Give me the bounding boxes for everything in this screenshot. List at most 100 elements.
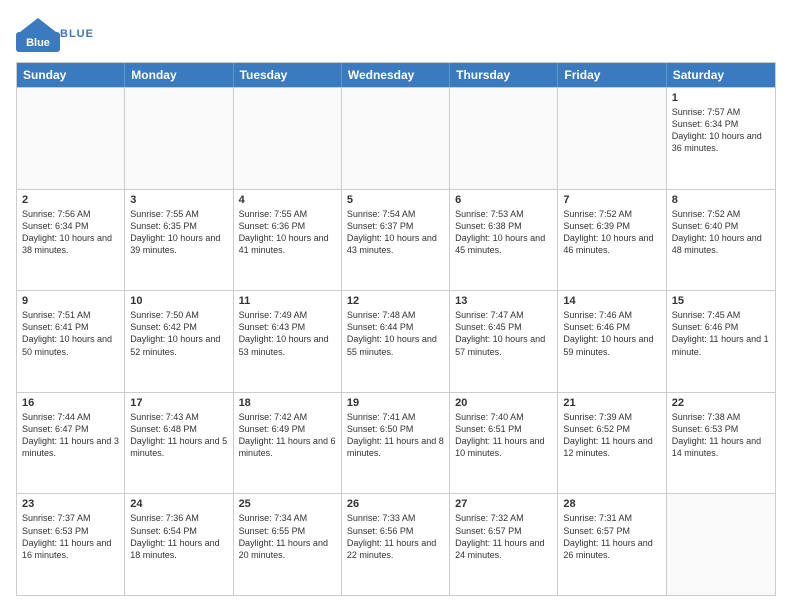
day-cell-24: 24 Sunrise: 7:36 AM Sunset: 6:54 PM Dayli… [125, 494, 233, 595]
calendar: SundayMondayTuesdayWednesdayThursdayFrid… [16, 62, 776, 596]
day-cell-17: 17Sunrise: 7:43 AM Sunset: 6:48 PM Dayli… [125, 393, 233, 494]
day-cell-21: 21Sunrise: 7:39 AM Sunset: 6:52 PM Dayli… [558, 393, 666, 494]
day-cell-14: 14Sunrise: 7:46 AM Sunset: 6:46 PM Dayli… [558, 291, 666, 392]
day-info: Sunrise: 7:52 AM Sunset: 6:39 PM Dayligh… [563, 208, 660, 257]
week-row-3: 16 Sunrise: 7:44 AM Sunset: 6:47 PM Dayli… [17, 392, 775, 494]
day-info: Sunrise: 7:48 AM Sunset: 6:44 PM Dayligh… [347, 309, 444, 358]
day-number: 1 [672, 92, 770, 104]
day-cell-8: 8 Sunrise: 7:52 AM Sunset: 6:40 PM Daylig… [667, 190, 775, 291]
day-number: 4 [239, 194, 336, 206]
day-number: 25 [239, 498, 336, 510]
day-number: 22 [672, 397, 770, 409]
day-number: 7 [563, 194, 660, 206]
week-row-4: 23 Sunrise: 7:37 AM Sunset: 6:53 PM Dayli… [17, 493, 775, 595]
day-cell-11: 11 Sunrise: 7:49 AM Sunset: 6:43 PM Dayli… [234, 291, 342, 392]
day-cell-2: 2 Sunrise: 7:56 AM Sunset: 6:34 PM Daylig… [17, 190, 125, 291]
calendar-body: 1 Sunrise: 7:57 AM Sunset: 6:34 PM Daylig… [17, 87, 775, 595]
day-cell-27: 27 Sunrise: 7:32 AM Sunset: 6:57 PM Dayli… [450, 494, 558, 595]
logo: Blue BLUE [16, 16, 94, 52]
day-info: Sunrise: 7:33 AM Sunset: 6:56 PM Dayligh… [347, 512, 444, 561]
day-info: Sunrise: 7:47 AM Sunset: 6:45 PM Dayligh… [455, 309, 552, 358]
logo-tagline: BLUE [60, 28, 94, 40]
day-info: Sunrise: 7:32 AM Sunset: 6:57 PM Dayligh… [455, 512, 552, 561]
day-cell-20: 20Sunrise: 7:40 AM Sunset: 6:51 PM Dayli… [450, 393, 558, 494]
day-number: 11 [239, 295, 336, 307]
day-cell-3: 3Sunrise: 7:55 AM Sunset: 6:35 PM Daylig… [125, 190, 233, 291]
day-number: 18 [239, 397, 336, 409]
day-info: Sunrise: 7:43 AM Sunset: 6:48 PM Dayligh… [130, 411, 227, 460]
day-cell-28: 28 Sunrise: 7:31 AM Sunset: 6:57 PM Dayli… [558, 494, 666, 595]
page: Blue BLUE SundayMondayTuesdayWednesdayTh… [0, 0, 792, 612]
day-cell-25: 25 Sunrise: 7:34 AM Sunset: 6:55 PM Dayli… [234, 494, 342, 595]
day-number: 2 [22, 194, 119, 206]
day-number: 19 [347, 397, 444, 409]
day-info: Sunrise: 7:42 AM Sunset: 6:49 PM Dayligh… [239, 411, 336, 460]
day-cell-4: 4 Sunrise: 7:55 AM Sunset: 6:36 PM Daylig… [234, 190, 342, 291]
day-number: 23 [22, 498, 119, 510]
day-number: 16 [22, 397, 119, 409]
day-info: Sunrise: 7:56 AM Sunset: 6:34 PM Dayligh… [22, 208, 119, 257]
header-day-tuesday: Tuesday [234, 63, 342, 87]
day-info: Sunrise: 7:45 AM Sunset: 6:46 PM Dayligh… [672, 309, 770, 358]
day-cell-empty [667, 494, 775, 595]
day-cell-19: 19 Sunrise: 7:41 AM Sunset: 6:50 PM Dayli… [342, 393, 450, 494]
day-info: Sunrise: 7:40 AM Sunset: 6:51 PM Dayligh… [455, 411, 552, 460]
header-day-thursday: Thursday [450, 63, 558, 87]
day-cell-empty [450, 88, 558, 189]
week-row-1: 2 Sunrise: 7:56 AM Sunset: 6:34 PM Daylig… [17, 189, 775, 291]
day-number: 14 [563, 295, 660, 307]
day-number: 13 [455, 295, 552, 307]
day-info: Sunrise: 7:52 AM Sunset: 6:40 PM Dayligh… [672, 208, 770, 257]
day-number: 26 [347, 498, 444, 510]
day-info: Sunrise: 7:44 AM Sunset: 6:47 PM Dayligh… [22, 411, 119, 460]
day-cell-empty [17, 88, 125, 189]
day-cell-1: 1 Sunrise: 7:57 AM Sunset: 6:34 PM Daylig… [667, 88, 775, 189]
day-cell-5: 5 Sunrise: 7:54 AM Sunset: 6:37 PM Daylig… [342, 190, 450, 291]
day-info: Sunrise: 7:38 AM Sunset: 6:53 PM Dayligh… [672, 411, 770, 460]
day-cell-12: 12Sunrise: 7:48 AM Sunset: 6:44 PM Dayli… [342, 291, 450, 392]
day-number: 10 [130, 295, 227, 307]
day-cell-13: 13 Sunrise: 7:47 AM Sunset: 6:45 PM Dayli… [450, 291, 558, 392]
day-info: Sunrise: 7:51 AM Sunset: 6:41 PM Dayligh… [22, 309, 119, 358]
day-cell-15: 15 Sunrise: 7:45 AM Sunset: 6:46 PM Dayli… [667, 291, 775, 392]
day-info: Sunrise: 7:50 AM Sunset: 6:42 PM Dayligh… [130, 309, 227, 358]
day-cell-9: 9 Sunrise: 7:51 AM Sunset: 6:41 PM Daylig… [17, 291, 125, 392]
header-day-saturday: Saturday [667, 63, 775, 87]
header: Blue BLUE [16, 16, 776, 52]
day-info: Sunrise: 7:36 AM Sunset: 6:54 PM Dayligh… [130, 512, 227, 561]
header-day-sunday: Sunday [17, 63, 125, 87]
day-info: Sunrise: 7:34 AM Sunset: 6:55 PM Dayligh… [239, 512, 336, 561]
day-info: Sunrise: 7:31 AM Sunset: 6:57 PM Dayligh… [563, 512, 660, 561]
day-cell-6: 6 Sunrise: 7:53 AM Sunset: 6:38 PM Daylig… [450, 190, 558, 291]
day-number: 5 [347, 194, 444, 206]
day-cell-empty [125, 88, 233, 189]
day-info: Sunrise: 7:53 AM Sunset: 6:38 PM Dayligh… [455, 208, 552, 257]
day-cell-empty [342, 88, 450, 189]
day-number: 9 [22, 295, 119, 307]
day-info: Sunrise: 7:55 AM Sunset: 6:36 PM Dayligh… [239, 208, 336, 257]
header-day-wednesday: Wednesday [342, 63, 450, 87]
calendar-header: SundayMondayTuesdayWednesdayThursdayFrid… [17, 63, 775, 87]
day-info: Sunrise: 7:49 AM Sunset: 6:43 PM Dayligh… [239, 309, 336, 358]
day-info: Sunrise: 7:54 AM Sunset: 6:37 PM Dayligh… [347, 208, 444, 257]
day-cell-26: 26 Sunrise: 7:33 AM Sunset: 6:56 PM Dayli… [342, 494, 450, 595]
day-cell-23: 23 Sunrise: 7:37 AM Sunset: 6:53 PM Dayli… [17, 494, 125, 595]
day-info: Sunrise: 7:39 AM Sunset: 6:52 PM Dayligh… [563, 411, 660, 460]
day-number: 8 [672, 194, 770, 206]
day-info: Sunrise: 7:57 AM Sunset: 6:34 PM Dayligh… [672, 106, 770, 155]
day-cell-10: 10 Sunrise: 7:50 AM Sunset: 6:42 PM Dayli… [125, 291, 233, 392]
svg-text:Blue: Blue [26, 37, 50, 49]
day-cell-7: 7 Sunrise: 7:52 AM Sunset: 6:39 PM Daylig… [558, 190, 666, 291]
day-cell-18: 18 Sunrise: 7:42 AM Sunset: 6:49 PM Dayli… [234, 393, 342, 494]
day-cell-16: 16 Sunrise: 7:44 AM Sunset: 6:47 PM Dayli… [17, 393, 125, 494]
day-number: 28 [563, 498, 660, 510]
day-number: 3 [130, 194, 227, 206]
day-number: 27 [455, 498, 552, 510]
day-number: 24 [130, 498, 227, 510]
day-number: 15 [672, 295, 770, 307]
day-cell-empty [234, 88, 342, 189]
week-row-0: 1 Sunrise: 7:57 AM Sunset: 6:34 PM Daylig… [17, 87, 775, 189]
day-info: Sunrise: 7:37 AM Sunset: 6:53 PM Dayligh… [22, 512, 119, 561]
day-number: 6 [455, 194, 552, 206]
day-info: Sunrise: 7:41 AM Sunset: 6:50 PM Dayligh… [347, 411, 444, 460]
